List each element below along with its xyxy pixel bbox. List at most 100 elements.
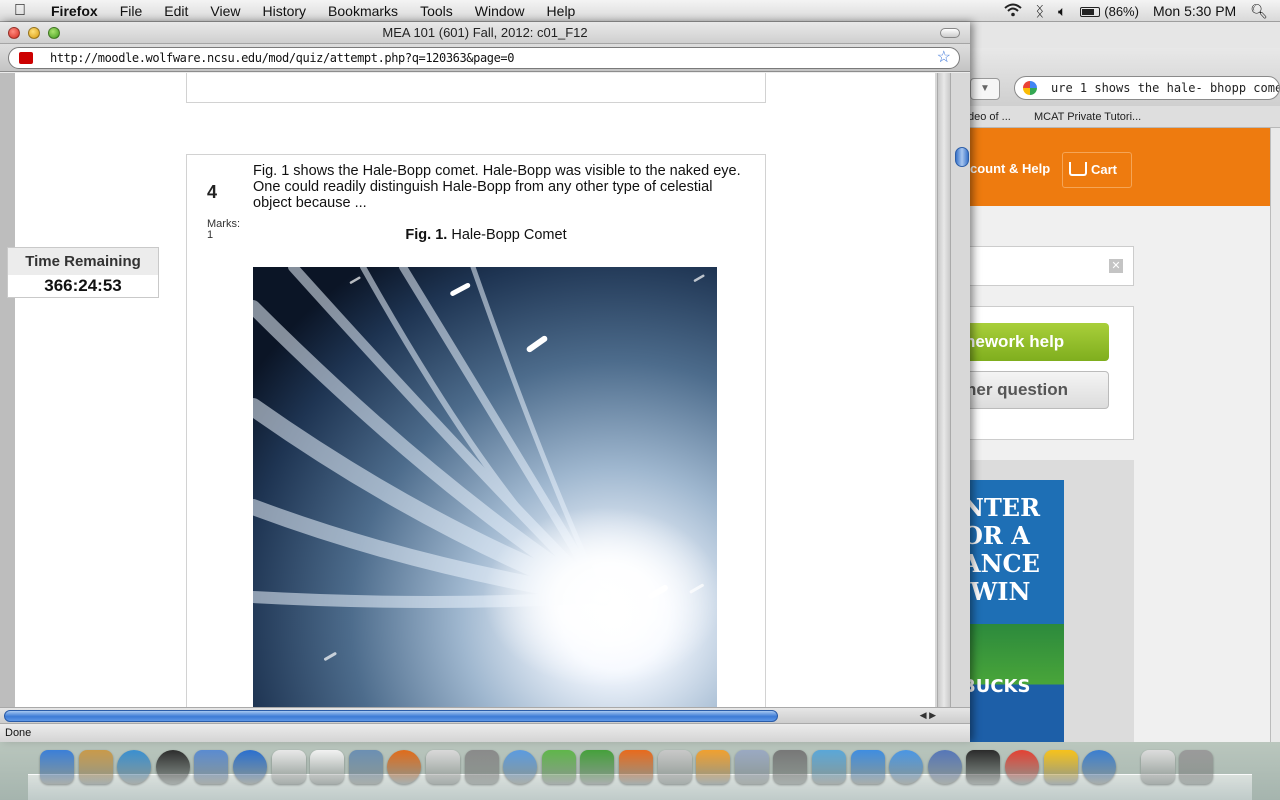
bookmark-video[interactable]: deo of ... bbox=[968, 106, 1011, 128]
cart-label: Cart bbox=[1091, 162, 1118, 177]
chart-icon[interactable] bbox=[812, 750, 846, 784]
account-help-link[interactable]: count & Help bbox=[970, 161, 1050, 176]
safari-icon[interactable] bbox=[117, 750, 152, 784]
keynote-icon[interactable] bbox=[696, 750, 731, 784]
page-left-gutter bbox=[0, 73, 15, 707]
menu-extras: ᛝ 🔈︎ (86%) Mon 5:30 PM 🔍︎ bbox=[997, 0, 1280, 22]
menu-bookmarks[interactable]: Bookmarks bbox=[317, 0, 409, 22]
question-text: Fig. 1 shows the Hale-Bopp comet. Hale-B… bbox=[253, 163, 741, 211]
zoom-window-button[interactable] bbox=[48, 27, 60, 39]
previous-question-box bbox=[186, 73, 766, 103]
dashboard-icon[interactable] bbox=[155, 750, 190, 784]
close-icon[interactable]: ✕ bbox=[1109, 259, 1123, 273]
help-box: nework help her question bbox=[960, 306, 1134, 440]
system-preferences-icon[interactable] bbox=[464, 750, 499, 784]
wifi-icon[interactable] bbox=[997, 3, 1029, 20]
vertical-scroll-track[interactable] bbox=[937, 73, 951, 707]
bookmark-mcat[interactable]: MCAT Private Tutori... bbox=[1034, 106, 1141, 128]
vertical-scrollbar[interactable] bbox=[935, 73, 970, 707]
messenger-icon-2[interactable] bbox=[889, 750, 924, 784]
scroll-arrows-icon[interactable]: ◀ ▶ bbox=[920, 710, 936, 721]
menu-tools[interactable]: Tools bbox=[409, 0, 464, 22]
figure-title: Hale-Bopp Comet bbox=[451, 227, 567, 243]
google-icon bbox=[1023, 81, 1037, 95]
question-marks: Marks: 1 bbox=[207, 219, 240, 241]
iphoto-icon[interactable] bbox=[348, 750, 383, 784]
time-remaining-value: 366:24:53 bbox=[44, 276, 122, 295]
spotlight-search-icon[interactable]: 🔍︎ bbox=[1243, 3, 1280, 20]
battery-icon bbox=[1080, 7, 1101, 18]
documents-icon[interactable] bbox=[1140, 750, 1175, 784]
menu-file[interactable]: File bbox=[109, 0, 154, 22]
ad-container: NTER OR A ANCE WIN BUCKS bbox=[960, 460, 1134, 742]
time-remaining-box: Time Remaining 366:24:53 bbox=[7, 247, 159, 298]
clock[interactable]: Mon 5:30 PM bbox=[1146, 3, 1243, 19]
itunes-icon[interactable] bbox=[1082, 750, 1117, 784]
background-browser-window: ▼ ure 1 shows the hale- bhopp comet deo … bbox=[940, 22, 1280, 742]
messenger-icon[interactable] bbox=[850, 750, 885, 784]
battery-percent: (86%) bbox=[1104, 4, 1139, 19]
time-remaining-label: Time Remaining bbox=[8, 248, 158, 275]
vertical-scroll-thumb[interactable] bbox=[955, 147, 969, 167]
notice-box: ✕ bbox=[960, 246, 1134, 286]
volume-icon[interactable]: 🔈︎ bbox=[1051, 3, 1073, 20]
homework-help-button[interactable]: nework help bbox=[961, 323, 1109, 361]
battery-status[interactable]: (86%) bbox=[1073, 3, 1146, 19]
firefox-window: MEA 101 (601) Fall, 2012: c01_F12 http:/… bbox=[0, 22, 970, 742]
menu-bar:  Firefox File Edit View History Bookmar… bbox=[0, 0, 1280, 22]
dropdown-arrow-icon[interactable]: ▼ bbox=[970, 78, 1000, 100]
menu-history[interactable]: History bbox=[251, 0, 317, 22]
comet-image bbox=[253, 267, 717, 707]
network-icon[interactable] bbox=[541, 750, 576, 784]
ical-plus-icon[interactable] bbox=[271, 750, 306, 784]
bookmarks-toolbar: deo of ... MCAT Private Tutori... bbox=[940, 106, 1280, 128]
address-bar[interactable]: http://moodle.wolfware.ncsu.edu/mod/quiz… bbox=[8, 47, 960, 69]
figure-caption: Fig. 1. Hale-Bopp Comet bbox=[253, 227, 719, 243]
aim-icon[interactable] bbox=[1043, 750, 1078, 784]
marks-value: 1 bbox=[207, 229, 214, 241]
horizontal-scroll-thumb[interactable] bbox=[4, 710, 778, 722]
menu-app-firefox[interactable]: Firefox bbox=[40, 0, 109, 22]
close-window-button[interactable] bbox=[8, 27, 20, 39]
minimize-window-button[interactable] bbox=[28, 27, 40, 39]
trash-icon[interactable] bbox=[1179, 750, 1214, 784]
background-toolbar: ▼ ure 1 shows the hale- bhopp comet bbox=[940, 48, 1280, 106]
dock bbox=[0, 742, 1280, 800]
google-search-field[interactable]: ure 1 shows the hale- bhopp comet bbox=[1014, 76, 1280, 100]
window-title: MEA 101 (601) Fall, 2012: c01_F12 bbox=[382, 25, 588, 40]
installer-icon[interactable] bbox=[773, 750, 808, 784]
ie-icon[interactable] bbox=[503, 750, 538, 784]
address-book-icon[interactable] bbox=[78, 750, 113, 784]
printer-2-icon[interactable] bbox=[966, 750, 1001, 784]
cart-icon bbox=[1069, 162, 1087, 176]
photo-icon[interactable] bbox=[657, 750, 692, 784]
navigation-toolbar: http://moodle.wolfware.ncsu.edu/mod/quiz… bbox=[0, 44, 970, 72]
ask-question-button[interactable]: her question bbox=[961, 371, 1109, 409]
url-text: http://moodle.wolfware.ncsu.edu/mod/quiz… bbox=[50, 51, 515, 65]
horizontal-scrollbar[interactable]: ◀ ▶ bbox=[0, 707, 970, 723]
google-earth-icon[interactable] bbox=[233, 750, 267, 784]
cart-button[interactable]: Cart bbox=[1062, 152, 1132, 188]
mail-icon[interactable] bbox=[194, 750, 229, 784]
download-icon[interactable] bbox=[580, 750, 615, 784]
menu-edit[interactable]: Edit bbox=[153, 0, 199, 22]
toolbar-toggle-button[interactable] bbox=[940, 28, 960, 38]
chrome-icon[interactable] bbox=[1005, 750, 1039, 784]
site-favicon-icon bbox=[19, 52, 33, 64]
spaces-icon[interactable] bbox=[927, 750, 962, 784]
office-icon[interactable] bbox=[734, 750, 769, 784]
bookmark-star-icon[interactable]: ☆ bbox=[937, 48, 951, 68]
menu-help[interactable]: Help bbox=[536, 0, 587, 22]
bluetooth-icon[interactable]: ᛝ bbox=[1029, 3, 1051, 19]
ical-icon[interactable] bbox=[310, 750, 345, 784]
advertisement-banner[interactable]: NTER OR A ANCE WIN BUCKS bbox=[960, 480, 1064, 742]
page-content: Time Remaining 366:24:53 4 Marks: 1 Fig.… bbox=[0, 73, 935, 707]
menu-window[interactable]: Window bbox=[464, 0, 536, 22]
menu-view[interactable]: View bbox=[199, 0, 251, 22]
background-scrollbar[interactable] bbox=[1270, 128, 1280, 742]
printer-icon[interactable] bbox=[426, 750, 460, 784]
apple-menu-icon[interactable]:  bbox=[0, 2, 40, 20]
finder-icon[interactable] bbox=[40, 750, 74, 784]
question-box: 4 Marks: 1 Fig. 1 shows the Hale-Bopp co… bbox=[186, 154, 766, 707]
powerpoint-icon[interactable] bbox=[619, 750, 653, 784]
